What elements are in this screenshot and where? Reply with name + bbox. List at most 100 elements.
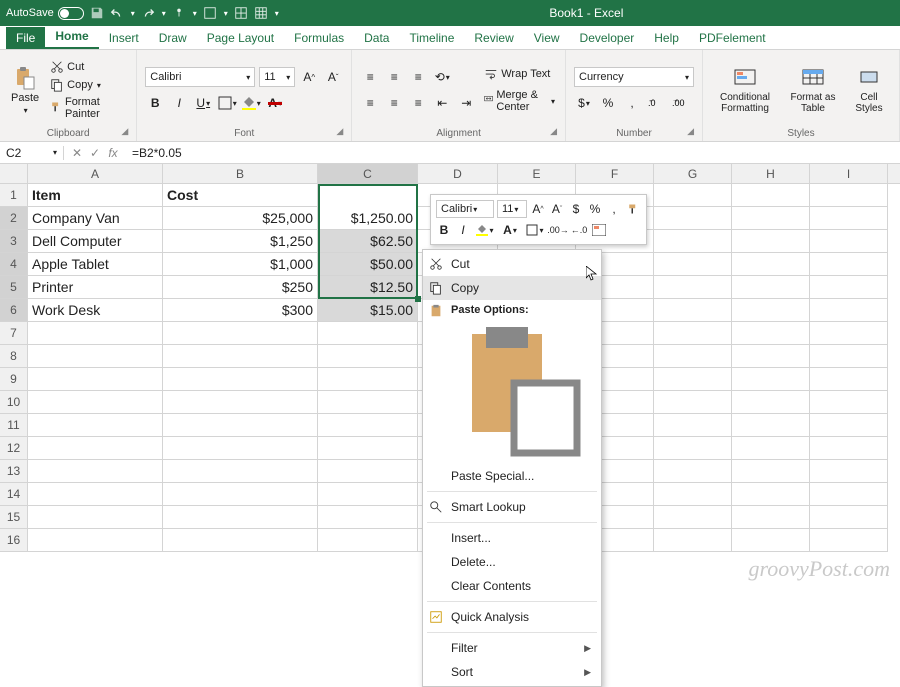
col-header[interactable]: E bbox=[498, 164, 576, 183]
align-top-icon[interactable]: ≡ bbox=[360, 67, 380, 87]
row-header[interactable]: 6 bbox=[0, 299, 28, 322]
cell[interactable] bbox=[654, 483, 732, 506]
number-format-select[interactable]: Currency▾ bbox=[574, 67, 694, 87]
cell[interactable] bbox=[810, 253, 888, 276]
cell[interactable]: $50.00 bbox=[318, 253, 418, 276]
cell[interactable] bbox=[318, 368, 418, 391]
cell[interactable] bbox=[732, 207, 810, 230]
font-name-select[interactable]: Calibri▾ bbox=[145, 67, 255, 87]
ctx-cut[interactable]: Cut bbox=[423, 252, 601, 276]
mini-comma-icon[interactable]: , bbox=[606, 199, 622, 219]
ctx-insert[interactable]: Insert... bbox=[423, 526, 601, 550]
cell[interactable] bbox=[318, 437, 418, 460]
ctx-sort[interactable]: Sort▶ bbox=[423, 660, 601, 684]
cell[interactable] bbox=[163, 345, 318, 368]
cell[interactable] bbox=[163, 368, 318, 391]
row-header[interactable]: 4 bbox=[0, 253, 28, 276]
cell[interactable] bbox=[654, 207, 732, 230]
row-header[interactable]: 14 bbox=[0, 483, 28, 506]
decrease-decimal-icon[interactable]: .00→ bbox=[670, 93, 690, 113]
select-all-corner[interactable] bbox=[0, 164, 28, 183]
cell[interactable] bbox=[318, 529, 418, 552]
cell[interactable] bbox=[163, 506, 318, 529]
cell[interactable]: $12.50 bbox=[318, 276, 418, 299]
cell[interactable] bbox=[732, 230, 810, 253]
cell[interactable] bbox=[654, 529, 732, 552]
cell[interactable] bbox=[163, 414, 318, 437]
row-header[interactable]: 7 bbox=[0, 322, 28, 345]
mini-font-color-icon[interactable]: A▾ bbox=[499, 220, 521, 240]
cell[interactable] bbox=[28, 368, 163, 391]
cell[interactable] bbox=[318, 322, 418, 345]
cell[interactable] bbox=[318, 414, 418, 437]
row-header[interactable]: 9 bbox=[0, 368, 28, 391]
font-color-button[interactable]: A▾ bbox=[265, 93, 285, 113]
underline-button[interactable]: U▾ bbox=[193, 93, 213, 113]
cell[interactable] bbox=[810, 184, 888, 207]
ctx-delete[interactable]: Delete... bbox=[423, 550, 601, 574]
tab-review[interactable]: Review bbox=[464, 27, 523, 49]
redo-icon[interactable] bbox=[141, 6, 155, 20]
cell[interactable] bbox=[28, 322, 163, 345]
mini-fill-color-icon[interactable]: ▾ bbox=[474, 220, 496, 240]
accounting-format-icon[interactable]: $▾ bbox=[574, 93, 594, 113]
tab-help[interactable]: Help bbox=[644, 27, 689, 49]
cell[interactable]: $62.50 bbox=[318, 230, 418, 253]
name-box[interactable]: C2▾ bbox=[0, 146, 64, 160]
cell[interactable] bbox=[318, 391, 418, 414]
cell[interactable] bbox=[28, 345, 163, 368]
cell[interactable]: $1,250 bbox=[163, 230, 318, 253]
row-header[interactable]: 2 bbox=[0, 207, 28, 230]
col-header[interactable]: C bbox=[318, 164, 418, 183]
autosave-toggle[interactable]: AutoSave bbox=[6, 7, 84, 20]
mini-increase-font-icon[interactable]: A^ bbox=[530, 199, 546, 219]
mini-dec-decimal-icon[interactable]: ←.0 bbox=[570, 220, 588, 240]
mini-format-painter-icon[interactable] bbox=[625, 199, 641, 219]
cell[interactable] bbox=[654, 230, 732, 253]
row-header[interactable]: 1 bbox=[0, 184, 28, 207]
cell[interactable] bbox=[810, 483, 888, 506]
decrease-font-icon[interactable]: Aˇ bbox=[323, 67, 343, 87]
format-as-table-button[interactable]: Format as Table bbox=[785, 54, 841, 126]
cell[interactable] bbox=[654, 299, 732, 322]
align-bottom-icon[interactable]: ≡ bbox=[408, 67, 428, 87]
cell[interactable] bbox=[654, 184, 732, 207]
cell[interactable]: Apple Tablet bbox=[28, 253, 163, 276]
col-header[interactable]: D bbox=[418, 164, 498, 183]
cell[interactable] bbox=[654, 368, 732, 391]
cell[interactable] bbox=[654, 345, 732, 368]
cell[interactable] bbox=[810, 207, 888, 230]
cell[interactable] bbox=[810, 529, 888, 552]
tab-home[interactable]: Home bbox=[45, 25, 98, 49]
increase-font-icon[interactable]: A^ bbox=[299, 67, 319, 87]
ctx-smart-lookup[interactable]: Smart Lookup bbox=[423, 495, 601, 519]
row-header[interactable]: 11 bbox=[0, 414, 28, 437]
cell[interactable] bbox=[810, 345, 888, 368]
cell[interactable] bbox=[732, 345, 810, 368]
cell[interactable] bbox=[28, 529, 163, 552]
cell[interactable] bbox=[654, 322, 732, 345]
cut-button[interactable]: Cut bbox=[48, 59, 128, 75]
enter-formula-icon[interactable]: ✓ bbox=[88, 146, 102, 160]
increase-indent-icon[interactable]: ⇥ bbox=[456, 93, 476, 113]
cell[interactable] bbox=[654, 460, 732, 483]
align-middle-icon[interactable]: ≡ bbox=[384, 67, 404, 87]
cell[interactable] bbox=[732, 414, 810, 437]
cell[interactable] bbox=[163, 483, 318, 506]
fx-icon[interactable]: fx bbox=[106, 146, 120, 160]
mini-italic-button[interactable]: I bbox=[455, 220, 471, 240]
cell[interactable] bbox=[810, 299, 888, 322]
cell[interactable] bbox=[732, 184, 810, 207]
tab-pdfelement[interactable]: PDFelement bbox=[689, 27, 776, 49]
undo-icon[interactable] bbox=[110, 6, 124, 20]
cell[interactable] bbox=[654, 437, 732, 460]
cell[interactable] bbox=[732, 322, 810, 345]
cell[interactable] bbox=[654, 391, 732, 414]
cell[interactable] bbox=[810, 414, 888, 437]
ctx-quick-analysis[interactable]: Quick Analysis bbox=[423, 605, 601, 629]
row-header[interactable]: 12 bbox=[0, 437, 28, 460]
tab-timeline[interactable]: Timeline bbox=[399, 27, 464, 49]
cell[interactable]: Item bbox=[28, 184, 163, 207]
cell[interactable] bbox=[810, 230, 888, 253]
mini-cond-format-icon[interactable] bbox=[591, 220, 607, 240]
